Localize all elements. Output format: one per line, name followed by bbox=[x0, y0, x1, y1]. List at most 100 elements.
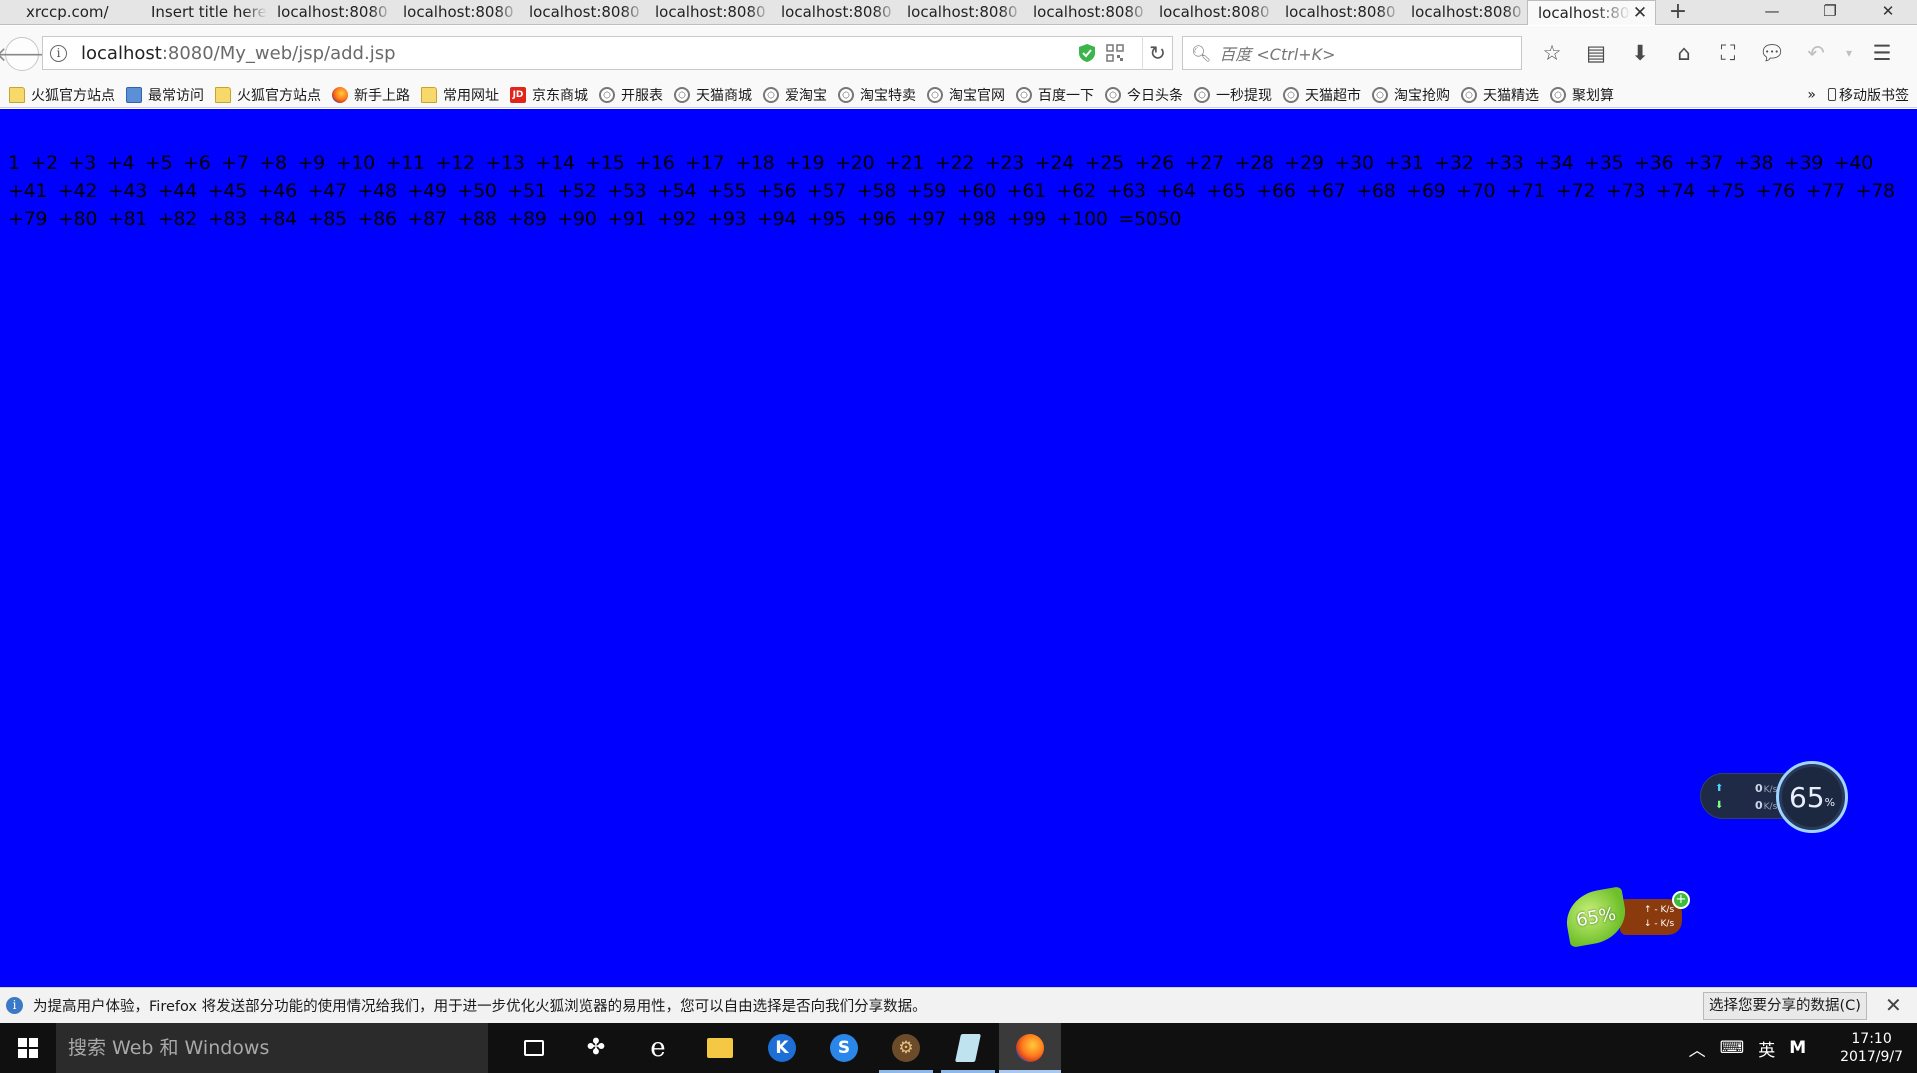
taskbar-app-k[interactable]: K bbox=[751, 1023, 813, 1073]
gauge-percent-value: 65 bbox=[1788, 780, 1825, 814]
taskbar-app-firefox[interactable] bbox=[999, 1023, 1061, 1073]
bookmark-item[interactable]: 火狐官方站点 bbox=[215, 85, 321, 105]
keyboard-icon[interactable]: ⌨ bbox=[1720, 1038, 1745, 1058]
close-window-button[interactable]: ✕ bbox=[1859, 0, 1917, 24]
bookmark-label: 新手上路 bbox=[354, 87, 410, 104]
toolbar-icons: ☆ ▤ ⬇ ⌂ ⛶ 💬︎ ↶ ▾ ☰ bbox=[1530, 40, 1904, 66]
bookmark-item[interactable]: 一秒提现 bbox=[1194, 85, 1272, 105]
bookmark-item[interactable]: 开服表 bbox=[599, 85, 663, 105]
tab[interactable]: localhost:8080 bbox=[393, 0, 519, 25]
bookmark-label: 火狐官方站点 bbox=[31, 87, 115, 104]
download-arrow-icon: ⬇ bbox=[1715, 800, 1724, 811]
tab[interactable]: localhost:8080 bbox=[1275, 0, 1401, 25]
bookmark-item[interactable]: 最常访问 bbox=[126, 85, 204, 105]
leaf-speed-widget[interactable]: ↑ - K/s ↓ - K/s 65% + bbox=[1561, 886, 1691, 948]
clock-date: 2017/9/7 bbox=[1840, 1049, 1903, 1065]
site-info-icon[interactable]: i bbox=[50, 44, 67, 62]
bookmarks-toolbar: 火狐官方站点 最常访问 火狐官方站点 新手上路 常用网址 JD 京东商城 开服表 天猫商城 爱淘宝… bbox=[0, 82, 1917, 108]
tab-list: xrccp.com/Insert title here localhost:808… bbox=[0, 0, 1527, 25]
bookmark-item[interactable]: 天猫超市 bbox=[1283, 85, 1361, 105]
firefox-icon bbox=[1016, 1034, 1044, 1062]
qr-code-icon[interactable] bbox=[1106, 44, 1124, 62]
url-path: :8080/My_web/jsp/add.jsp bbox=[161, 42, 396, 64]
info-icon: i bbox=[6, 997, 23, 1014]
task-view-button[interactable] bbox=[503, 1023, 565, 1073]
tray-expand-icon[interactable]: ︿ bbox=[1689, 1036, 1706, 1061]
shield-icon[interactable] bbox=[1078, 43, 1096, 63]
url-bar[interactable]: i localhost:8080/My_web/jsp/add.jsp ↻ bbox=[42, 36, 1173, 70]
bookmark-item[interactable]: 天猫精选 bbox=[1461, 85, 1539, 105]
bookmark-item[interactable]: 天猫商城 bbox=[674, 85, 752, 105]
taskbar-search-box[interactable]: 搜索 Web 和 Windows bbox=[56, 1023, 488, 1073]
taskbar-app-notepad[interactable] bbox=[937, 1023, 999, 1073]
start-button[interactable] bbox=[0, 1023, 56, 1073]
bookmark-label: 百度一下 bbox=[1038, 87, 1094, 104]
reload-icon[interactable]: ↻ bbox=[1142, 36, 1172, 70]
new-tab-button[interactable]: + bbox=[1656, 0, 1700, 24]
network-speed-widget[interactable]: ⬆ 0K/s ⬇ 0K/s 65 % bbox=[1700, 761, 1848, 833]
close-notification-icon[interactable]: ✕ bbox=[1885, 993, 1902, 1017]
page-content: 1 +2 +3 +4 +5 +6 +7 +8 +9 +10 +11 +12 +1… bbox=[0, 109, 1917, 987]
download-icon[interactable]: ⬇ bbox=[1618, 40, 1662, 66]
bookmarks-overflow-button[interactable]: » bbox=[1807, 87, 1816, 103]
sogou-icon: S bbox=[830, 1034, 858, 1062]
bookmark-label: 常用网址 bbox=[443, 87, 499, 104]
bookmark-item[interactable]: JD 京东商城 bbox=[510, 85, 588, 105]
bookmark-item[interactable]: 爱淘宝 bbox=[763, 85, 827, 105]
taskbar-app-settings[interactable]: ⚙ bbox=[875, 1023, 937, 1073]
tray-m-icon[interactable]: M bbox=[1789, 1038, 1806, 1058]
tab[interactable]: localhost:8080 bbox=[1023, 0, 1149, 25]
undo-icon[interactable]: ↶ bbox=[1794, 40, 1838, 66]
restore-button[interactable]: ❐ bbox=[1801, 0, 1859, 24]
clock[interactable]: 17:10 2017/9/7 bbox=[1840, 1030, 1903, 1066]
window-controls: — ❐ ✕ bbox=[1743, 0, 1917, 24]
bookmark-item[interactable]: 火狐官方站点 bbox=[9, 85, 115, 105]
back-button[interactable]: 🡐 bbox=[0, 37, 49, 71]
close-tab-icon[interactable]: ✕ bbox=[1631, 1, 1649, 25]
globe-icon bbox=[674, 86, 690, 103]
bookmark-item[interactable]: 聚划算 bbox=[1550, 85, 1614, 105]
tab[interactable]: localhost:8080 bbox=[519, 0, 645, 25]
tab[interactable]: localhost:8080 bbox=[267, 0, 393, 25]
tab[interactable]: localhost:8080 bbox=[1149, 0, 1275, 25]
url-text[interactable]: localhost:8080/My_web/jsp/add.jsp bbox=[81, 43, 396, 64]
share-data-button[interactable]: 选择您要分享的数据(C) bbox=[1703, 992, 1867, 1020]
tab[interactable]: localhost:8080 bbox=[897, 0, 1023, 25]
menu-icon[interactable]: ☰ bbox=[1860, 40, 1904, 66]
tab[interactable]: localhost:8080 bbox=[771, 0, 897, 25]
tab[interactable]: xrccp.com/ bbox=[0, 0, 141, 25]
bookmark-item[interactable]: 新手上路 bbox=[332, 85, 410, 105]
tab[interactable]: Insert title here bbox=[141, 0, 267, 25]
dropdown-icon[interactable]: ▾ bbox=[1838, 40, 1860, 66]
bookmark-item[interactable]: 淘宝抢购 bbox=[1372, 85, 1450, 105]
search-bar[interactable]: 🔍︎ 百度 <Ctrl+K> bbox=[1182, 36, 1522, 70]
url-bar-icons: ↻ bbox=[1078, 36, 1172, 70]
memory-gauge[interactable]: 65 % bbox=[1776, 761, 1848, 833]
taskbar-app-sogou[interactable]: S bbox=[813, 1023, 875, 1073]
bookmark-item[interactable]: 今日头条 bbox=[1105, 85, 1183, 105]
leaf-up-speed: ↑ - K/s bbox=[1644, 905, 1675, 915]
bookmark-item[interactable]: 淘宝特卖 bbox=[838, 85, 916, 105]
taskbar-app-file-explorer[interactable] bbox=[689, 1023, 751, 1073]
tab[interactable]: localhost:8080 bbox=[645, 0, 771, 25]
navigation-toolbar: 🡐 i localhost:8080/My_web/jsp/add.jsp ↻ … bbox=[0, 26, 1917, 82]
tab[interactable]: localhost:8080 bbox=[1401, 0, 1527, 25]
globe-icon bbox=[1461, 86, 1477, 103]
ime-indicator[interactable]: 英 bbox=[1758, 1036, 1775, 1061]
bookmark-item[interactable]: 淘宝官网 bbox=[927, 85, 1005, 105]
globe-icon bbox=[599, 86, 615, 103]
taskbar-app-pinwheel[interactable]: ✤ bbox=[565, 1023, 627, 1073]
tab-active[interactable]: localhost:8080 ✕ bbox=[1527, 0, 1656, 25]
reading-list-icon[interactable]: ▤ bbox=[1574, 40, 1618, 66]
leaf-plus-button[interactable]: + bbox=[1672, 891, 1690, 909]
bookmark-item[interactable]: 百度一下 bbox=[1016, 85, 1094, 105]
bookmark-star-icon[interactable]: ☆ bbox=[1530, 40, 1574, 66]
mobile-bookmarks-link[interactable]: 移动版书签 bbox=[1839, 85, 1909, 105]
bookmark-item[interactable]: 常用网址 bbox=[421, 85, 499, 105]
screenshot-crop-icon[interactable]: ⛶ bbox=[1706, 40, 1750, 66]
minimize-button[interactable]: — bbox=[1743, 0, 1801, 24]
taskbar-app-edge[interactable]: e bbox=[627, 1023, 689, 1073]
home-icon[interactable]: ⌂ bbox=[1662, 40, 1706, 66]
upload-speed-row: ⬆ 0K/s bbox=[1715, 782, 1777, 795]
chat-icon[interactable]: 💬︎ bbox=[1750, 40, 1794, 66]
